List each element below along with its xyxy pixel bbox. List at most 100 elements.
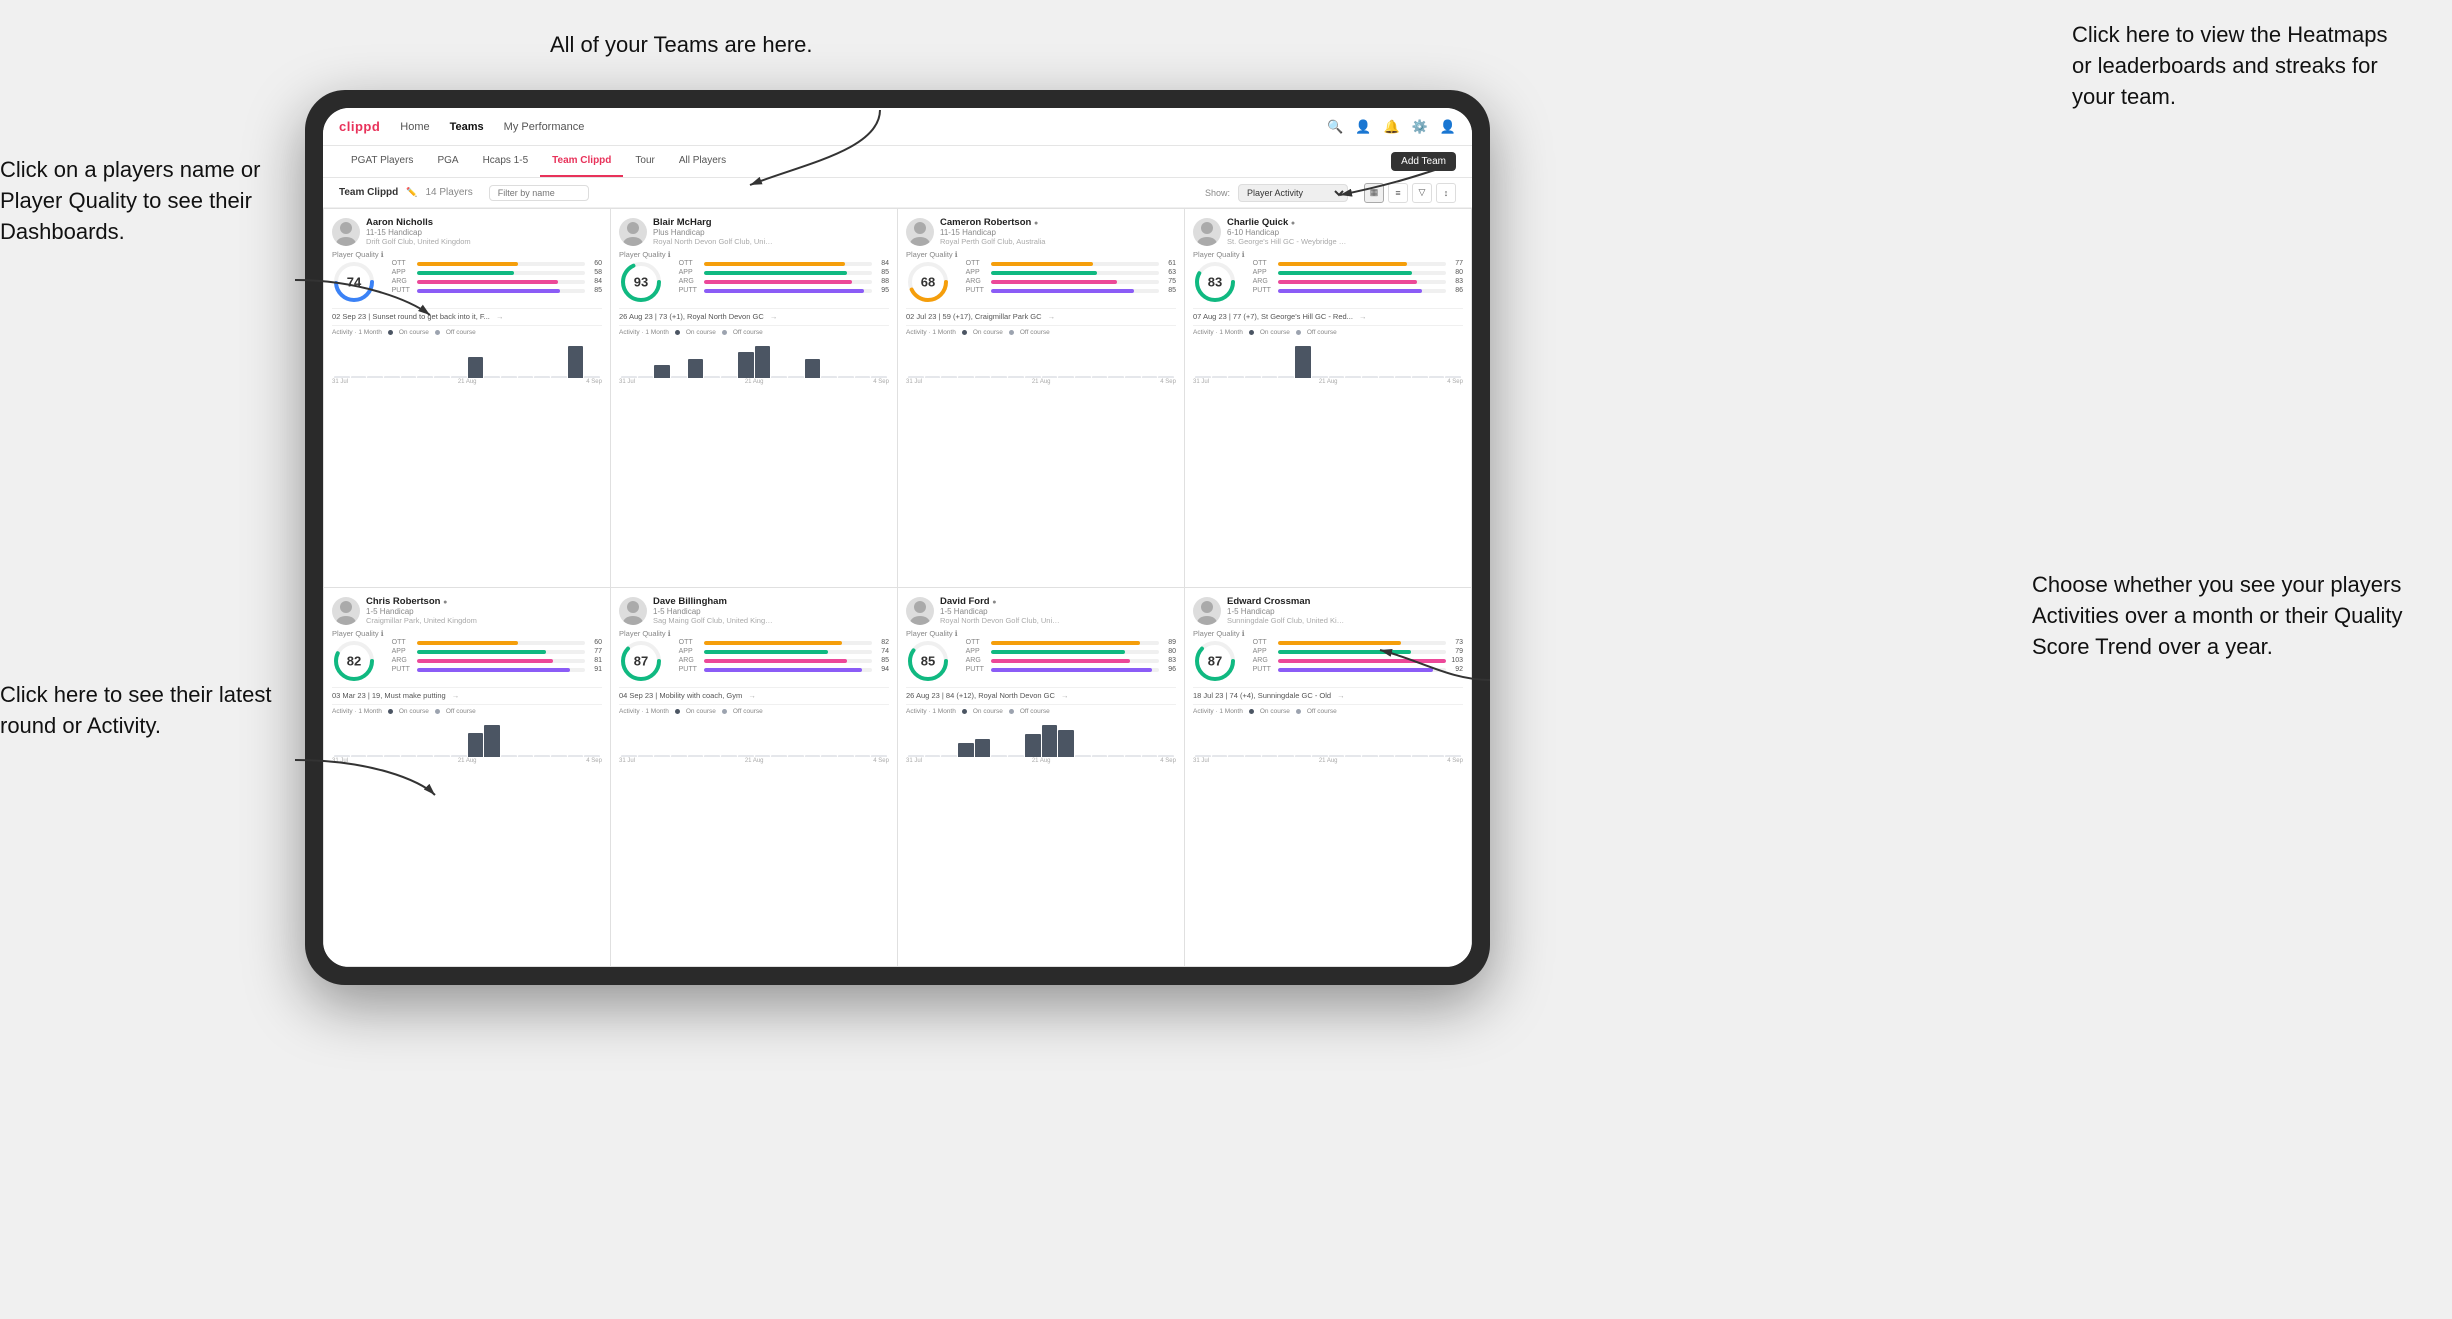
bar-fill [1278,668,1433,672]
player-header[interactable]: Cameron Robertson ● 11-15 Handicap Royal… [906,217,1176,246]
player-club: Drift Golf Club, United Kingdom [366,237,486,246]
activity-bar [1212,755,1228,757]
quality-ring[interactable]: 87 [1193,639,1237,683]
player-header[interactable]: Chris Robertson ● 1-5 Handicap Craigmill… [332,596,602,625]
sub-nav: PGAT Players PGA Hcaps 1-5 Team Clippd T… [323,146,1472,178]
nav-teams[interactable]: Teams [450,121,484,133]
stat-bar-putt: PUTT 85 [392,287,602,294]
quality-ring[interactable]: 83 [1193,260,1237,304]
player-header[interactable]: Blair McHarg Plus Handicap Royal North D… [619,217,889,246]
profile-icon[interactable]: 👤 [1355,119,1371,135]
filter-input[interactable] [489,185,589,201]
last-round[interactable]: 07 Aug 23 | 77 (+7), St George's Hill GC… [1193,308,1463,321]
quality-number: 85 [921,654,935,669]
activity-bar [638,755,654,757]
player-header[interactable]: Charlie Quick ● 6-10 Handicap St. George… [1193,217,1463,246]
settings-icon[interactable]: ⚙️ [1412,119,1428,135]
off-course-dot [1296,709,1301,714]
date-start: 31 Jul [332,379,348,385]
player-club: Royal Perth Golf Club, Australia [940,237,1060,246]
add-team-button[interactable]: Add Team [1391,152,1456,171]
grid-view-icon[interactable]: ▦ [1364,183,1384,203]
activity-bar [568,346,584,378]
quality-ring[interactable]: 93 [619,260,663,304]
bar-track [1278,262,1446,266]
bar-label: PUTT [1253,287,1275,294]
tablet-frame: clippd Home Teams My Performance 🔍 👤 🔔 ⚙… [305,90,1490,985]
bar-label: ARG [679,278,701,285]
player-header[interactable]: Aaron Nicholls 11-15 Handicap Drift Golf… [332,217,602,246]
player-name[interactable]: David Ford ● [940,596,1176,607]
tab-pgat-players[interactable]: PGAT Players [339,146,425,177]
activity-section: Activity · 1 Month On course Off course … [619,325,889,385]
last-round[interactable]: 18 Jul 23 | 74 (+4), Sunningdale GC - Ol… [1193,687,1463,700]
last-round[interactable]: 04 Sep 23 | Mobility with coach, Gym → [619,687,889,700]
quality-ring[interactable]: 74 [332,260,376,304]
player-name[interactable]: Blair McHarg [653,217,889,228]
list-view-icon[interactable]: ≡ [1388,183,1408,203]
date-mid: 21 Aug [1319,758,1338,764]
activity-bar [755,755,771,757]
user-avatar-icon[interactable]: 👤 [1440,119,1456,135]
player-header[interactable]: Edward Crossman 1-5 Handicap Sunningdale… [1193,596,1463,625]
activity-bar [688,755,704,757]
bell-icon[interactable]: 🔔 [1383,119,1399,135]
activity-bar [1008,755,1024,757]
player-name[interactable]: Cameron Robertson ● [940,217,1176,228]
player-name[interactable]: Chris Robertson ● [366,596,602,607]
activity-bar [704,376,720,378]
tab-all-players[interactable]: All Players [667,146,738,177]
date-end: 4 Sep [1160,758,1176,764]
filter-icon[interactable]: ▽ [1412,183,1432,203]
stat-bar-ott: OTT 82 [679,639,889,646]
player-name[interactable]: Edward Crossman [1227,596,1463,607]
nav-home[interactable]: Home [400,121,429,133]
search-icon[interactable]: 🔍 [1327,119,1343,135]
tab-pga[interactable]: PGA [425,146,470,177]
last-round[interactable]: 26 Aug 23 | 73 (+1), Royal North Devon G… [619,308,889,321]
activity-bar [1295,346,1311,378]
player-header[interactable]: David Ford ● 1-5 Handicap Royal North De… [906,596,1176,625]
bar-label: PUTT [392,287,414,294]
activity-bar [1142,376,1158,378]
player-name[interactable]: Aaron Nicholls [366,217,602,228]
quality-ring[interactable]: 87 [619,639,663,683]
tab-team-clippd[interactable]: Team Clippd [540,146,623,177]
bar-fill [704,262,845,266]
tab-tour[interactable]: Tour [623,146,666,177]
tab-hcaps[interactable]: Hcaps 1-5 [471,146,541,177]
player-name[interactable]: Dave Billingham [653,596,889,607]
bar-track [417,668,585,672]
date-end: 4 Sep [586,758,602,764]
quality-ring[interactable]: 85 [906,639,950,683]
on-course-dot [962,330,967,335]
quality-section: Player Quality ℹ 74 OTT 60 APP [332,250,602,304]
quality-ring[interactable]: 68 [906,260,950,304]
edit-icon[interactable]: ✏️ [406,187,417,198]
activity-section: Activity · 1 Month On course Off course … [1193,704,1463,764]
activity-label-text: Activity · 1 Month [1193,329,1243,336]
show-select[interactable]: Player Activity Quality Score Trend [1238,184,1348,202]
player-card-p4: Charlie Quick ● 6-10 Handicap St. George… [1185,209,1471,587]
on-course-dot [675,709,680,714]
stat-bar-putt: PUTT 96 [966,666,1176,673]
player-name[interactable]: Charlie Quick ● [1227,217,1463,228]
off-course-dot [1009,709,1014,714]
stat-bar-putt: PUTT 95 [679,287,889,294]
top-nav: clippd Home Teams My Performance 🔍 👤 🔔 ⚙… [323,108,1472,146]
sort-icon[interactable]: ↕ [1436,183,1456,203]
bar-fill [704,650,829,654]
player-header[interactable]: Dave Billingham 1-5 Handicap Sag Maing G… [619,596,889,625]
activity-bar [1412,376,1428,378]
nav-my-performance[interactable]: My Performance [504,121,585,133]
activity-bar [925,755,941,757]
last-round[interactable]: 02 Jul 23 | 59 (+17), Craigmillar Park G… [906,308,1176,321]
activity-bar [1042,725,1058,757]
quality-ring[interactable]: 82 [332,639,376,683]
last-round[interactable]: 03 Mar 23 | 19, Must make putting → [332,687,602,700]
last-round[interactable]: 26 Aug 23 | 84 (+12), Royal North Devon … [906,687,1176,700]
stat-bar-ott: OTT 73 [1253,639,1463,646]
bar-track [704,668,872,672]
last-round[interactable]: 02 Sep 23 | Sunset round to get back int… [332,308,602,321]
bar-track [417,280,585,284]
